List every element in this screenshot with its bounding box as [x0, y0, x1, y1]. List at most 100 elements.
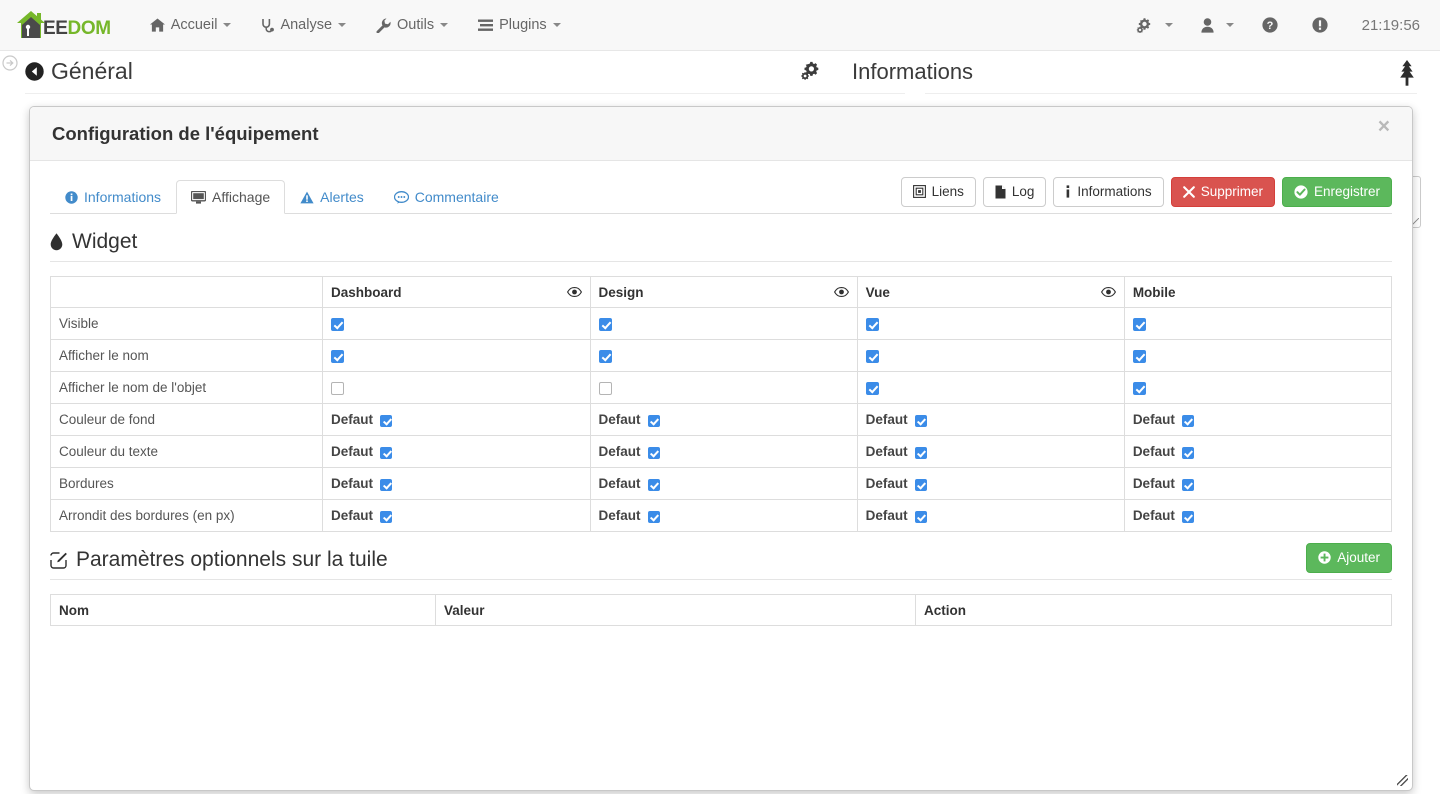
close-icon[interactable]: × [1372, 115, 1396, 138]
arrondi-mobile-checkbox[interactable] [1181, 510, 1194, 523]
afficher-nom-dashboard-checkbox[interactable] [330, 349, 344, 363]
eye-icon[interactable] [1100, 287, 1116, 297]
cell-nom-mobile [1123, 339, 1393, 372]
nav-item-analyse[interactable]: Analyse [246, 0, 361, 51]
chevron-down-icon [338, 23, 347, 27]
nav-item-plugins[interactable]: Plugins [463, 0, 576, 51]
plus-circle-icon [1318, 551, 1331, 565]
cell-objet-design [589, 371, 858, 404]
tab-informations[interactable]: Informations [50, 180, 176, 214]
afficher-objet-mobile-checkbox[interactable] [1132, 381, 1146, 395]
info-circle-icon [65, 191, 78, 204]
tab-affichage[interactable]: Affichage [176, 179, 286, 214]
jeedom-logo[interactable]: EEDOM [14, 0, 111, 51]
modal-title: Configuration de l'équipement [52, 122, 319, 144]
th-valeur: Valeur [435, 594, 916, 626]
afficher-objet-vue-checkbox[interactable] [865, 381, 879, 395]
button-label: Log [1011, 183, 1035, 199]
couleur-texte-mobile-checkbox[interactable] [1181, 446, 1194, 459]
informations-button[interactable]: Informations [1053, 176, 1164, 207]
supprimer-button[interactable]: Supprimer [1170, 176, 1275, 207]
default-label: Defaut [598, 412, 641, 427]
couleur-fond-mobile-checkbox[interactable] [1181, 414, 1194, 427]
nav-item-outils[interactable]: Outils [361, 0, 463, 51]
liens-button[interactable]: Liens [900, 176, 976, 207]
help-icon: ? [1262, 17, 1278, 33]
nav-alert-button[interactable] [1298, 0, 1348, 51]
button-label: Supprimer [1200, 183, 1263, 199]
default-label: Defaut [1132, 476, 1175, 491]
header-divider-right [925, 93, 1417, 94]
enregistrer-button[interactable]: Enregistrer [1281, 176, 1392, 207]
arrondi-design-checkbox[interactable] [647, 510, 660, 523]
tab-commentaire[interactable]: Commentaire [379, 180, 514, 214]
gears-icon[interactable] [800, 61, 822, 81]
home-icon [149, 18, 165, 32]
couleur-fond-vue-checkbox[interactable] [914, 414, 927, 427]
optional-params-table: Nom Valeur Action [50, 594, 1392, 626]
afficher-objet-design-checkbox[interactable] [598, 381, 612, 395]
couleur-fond-design-checkbox[interactable] [647, 414, 660, 427]
bordures-design-checkbox[interactable] [647, 478, 660, 491]
eye-icon[interactable] [566, 287, 582, 297]
nav-user-menu[interactable] [1187, 0, 1248, 51]
tree-icon[interactable] [1396, 60, 1418, 86]
afficher-nom-mobile-checkbox[interactable] [1132, 349, 1146, 363]
visible-design-checkbox[interactable] [598, 317, 612, 331]
couleur-texte-vue-checkbox[interactable] [914, 446, 927, 459]
bordures-mobile-checkbox[interactable] [1181, 478, 1194, 491]
couleur-texte-design-checkbox[interactable] [647, 446, 660, 459]
tab-bar: Informations Affichage Alertes Commentai… [50, 175, 1392, 214]
th-label: Mobile [1132, 284, 1176, 300]
cell-arrondi-design: Defaut [589, 499, 858, 532]
eye-icon[interactable] [833, 287, 849, 297]
arrondi-vue-checkbox[interactable] [914, 510, 927, 523]
svg-text:?: ? [1266, 20, 1273, 32]
modal-resize-grip[interactable] [1397, 775, 1408, 786]
afficher-nom-vue-checkbox[interactable] [865, 349, 879, 363]
params-section-heading: Paramètres optionnels sur la tuile Ajout… [50, 542, 1392, 580]
nav-settings-menu[interactable] [1122, 0, 1187, 51]
visible-dashboard-checkbox[interactable] [330, 317, 344, 331]
gears-icon [1136, 17, 1153, 33]
desktop-icon [191, 190, 207, 204]
table-row: Couleur du texte Defaut Defaut Defaut De… [50, 435, 1393, 468]
afficher-nom-design-checkbox[interactable] [598, 349, 612, 363]
page-title-label: Général [51, 58, 133, 84]
cell-fond-mobile: Defaut [1123, 403, 1393, 436]
visible-mobile-checkbox[interactable] [1132, 317, 1146, 331]
back-arrow-icon[interactable] [25, 62, 44, 81]
row-label: Bordures [50, 467, 323, 500]
table-header-row: Dashboard Design Vue Mobile [50, 276, 1393, 308]
cell-bordures-vue: Defaut [856, 467, 1125, 500]
default-label: Defaut [865, 476, 908, 491]
ajouter-button[interactable]: Ajouter [1306, 542, 1392, 573]
table-row: Bordures Defaut Defaut Defaut Defaut [50, 467, 1393, 500]
nav-item-accueil[interactable]: Accueil [135, 0, 247, 51]
widget-section-title: Widget [72, 230, 138, 253]
modal-action-buttons: Liens Log Informations Supprimer Enregis… [894, 176, 1392, 207]
visible-vue-checkbox[interactable] [865, 317, 879, 331]
log-button[interactable]: Log [982, 176, 1047, 207]
nav-label: Plugins [499, 17, 547, 33]
list-icon [478, 19, 494, 32]
cell-texte-mobile: Defaut [1123, 435, 1393, 468]
page-title-general[interactable]: Général [25, 58, 133, 85]
stethoscope-icon [261, 18, 275, 33]
couleur-texte-dashboard-checkbox[interactable] [380, 446, 392, 459]
tab-alertes[interactable]: Alertes [285, 180, 379, 214]
warning-triangle-icon [300, 191, 314, 204]
row-label: Visible [50, 307, 323, 340]
arrondi-dashboard-checkbox[interactable] [380, 510, 392, 523]
bordures-vue-checkbox[interactable] [914, 478, 927, 491]
nav-label: Outils [397, 17, 435, 33]
house-logo-icon [14, 8, 48, 42]
table-row: Arrondit des bordures (en px) Defaut Def… [50, 499, 1393, 532]
page-title-informations: Informations [852, 59, 974, 84]
widget-table-body: Visible Afficher le nom Afficher le nom … [50, 307, 1393, 532]
nav-help-button[interactable]: ? [1248, 0, 1298, 51]
couleur-fond-dashboard-checkbox[interactable] [380, 414, 392, 427]
afficher-objet-dashboard-checkbox[interactable] [330, 381, 344, 395]
cell-texte-vue: Defaut [856, 435, 1125, 468]
bordures-dashboard-checkbox[interactable] [380, 478, 392, 491]
